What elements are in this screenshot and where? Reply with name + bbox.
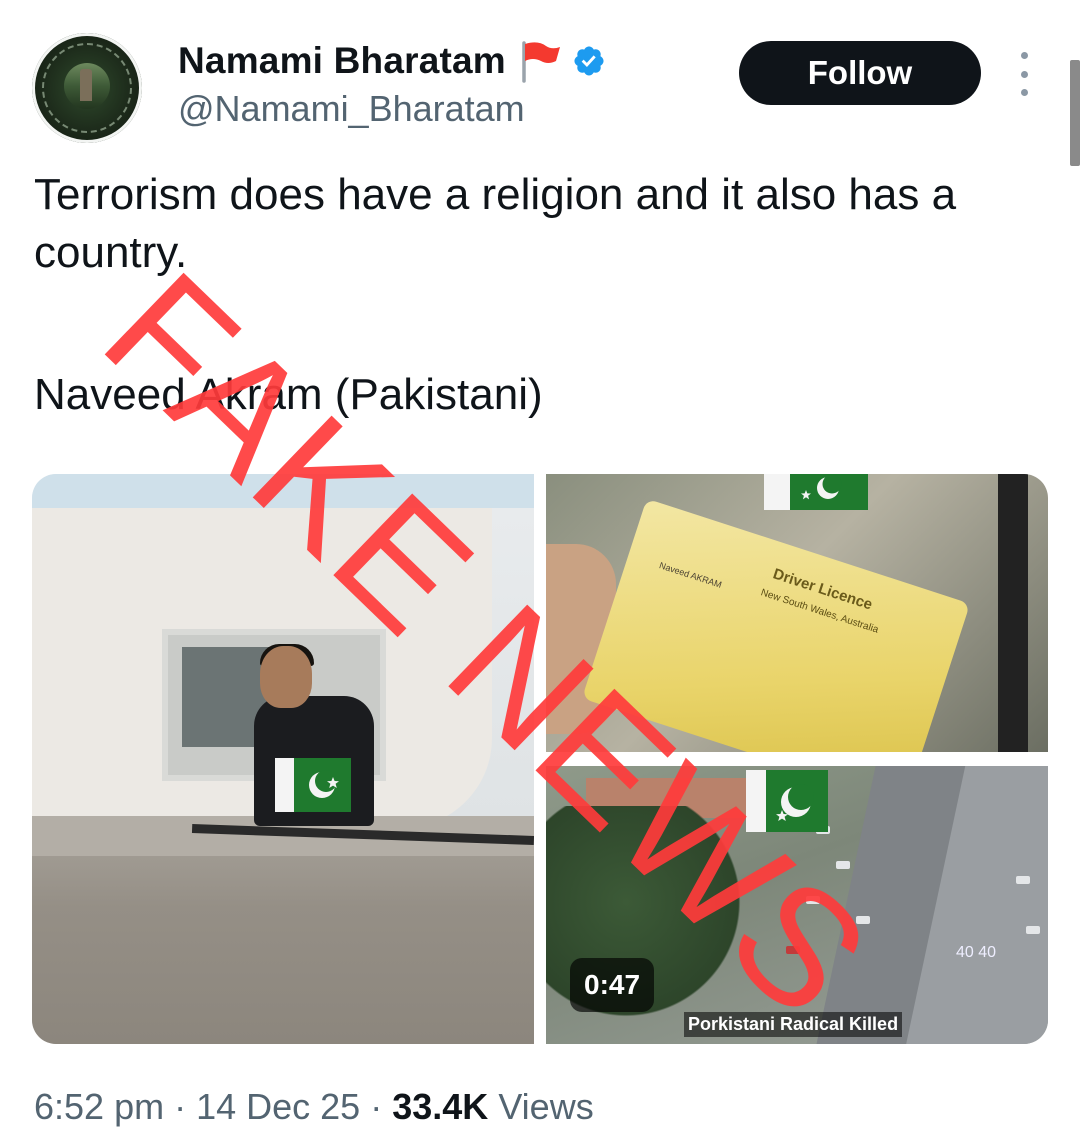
video-speed-sign: 40 40 bbox=[956, 944, 997, 961]
image-licence-card bbox=[581, 498, 971, 752]
tweet-media-grid: Naveed AKRAM Driver Licence New South Wa… bbox=[32, 474, 1048, 1044]
red-flag-emoji-icon bbox=[522, 41, 560, 83]
meta-separator: · bbox=[174, 1086, 197, 1127]
video-car bbox=[1026, 926, 1040, 934]
video-car bbox=[1016, 876, 1030, 884]
tweet-text: Terrorism does have a religion and it al… bbox=[34, 166, 1034, 424]
pakistan-flag-icon bbox=[764, 474, 868, 510]
more-vertical-icon[interactable] bbox=[1012, 52, 1036, 96]
tweet-line-2: Naveed Akram (Pakistani) bbox=[34, 370, 543, 419]
image-person-head bbox=[260, 646, 312, 708]
video-car bbox=[786, 946, 800, 954]
tweet-meta: 6:52 pm · 14 Dec 25 · 33.4K Views bbox=[34, 1086, 594, 1128]
author-avatar[interactable] bbox=[32, 33, 142, 143]
video-caption: Porkistani Radical Killed bbox=[684, 1012, 903, 1037]
follow-button[interactable]: Follow bbox=[739, 41, 981, 105]
tweet-line-1: Terrorism does have a religion and it al… bbox=[34, 170, 957, 277]
pakistan-flag-icon bbox=[746, 770, 828, 832]
video-car bbox=[806, 896, 820, 904]
views-label: Views bbox=[498, 1086, 594, 1127]
video-car bbox=[836, 861, 850, 869]
media-image-licence[interactable]: Naveed AKRAM Driver Licence New South Wa… bbox=[546, 474, 1048, 752]
views-count: 33.4K bbox=[392, 1086, 489, 1127]
verified-badge-icon[interactable] bbox=[572, 44, 606, 78]
image-phone-edge bbox=[998, 474, 1028, 752]
video-car bbox=[856, 916, 870, 924]
pakistan-flag-icon bbox=[275, 758, 351, 812]
author-display-name[interactable]: Namami Bharatam bbox=[178, 40, 506, 82]
media-video-aerial[interactable]: 40 40 0:47 Porkistani Radical Killed bbox=[546, 766, 1048, 1044]
image-sky bbox=[32, 474, 534, 508]
video-duration-badge: 0:47 bbox=[570, 958, 655, 1012]
meta-separator: · bbox=[370, 1086, 393, 1127]
author-handle[interactable]: @Namami_Bharatam bbox=[178, 88, 525, 130]
more-dot bbox=[1020, 52, 1028, 59]
more-dot bbox=[1020, 89, 1028, 96]
tweet-time[interactable]: 6:52 pm bbox=[34, 1086, 164, 1127]
avatar-logo-scene bbox=[64, 63, 110, 109]
more-dot bbox=[1020, 70, 1028, 78]
tweet-date[interactable]: 14 Dec 25 bbox=[196, 1086, 360, 1127]
author-name-row[interactable]: Namami Bharatam bbox=[178, 38, 606, 84]
page-scrollbar[interactable] bbox=[1070, 60, 1080, 166]
media-image-gunman[interactable] bbox=[32, 474, 534, 1044]
